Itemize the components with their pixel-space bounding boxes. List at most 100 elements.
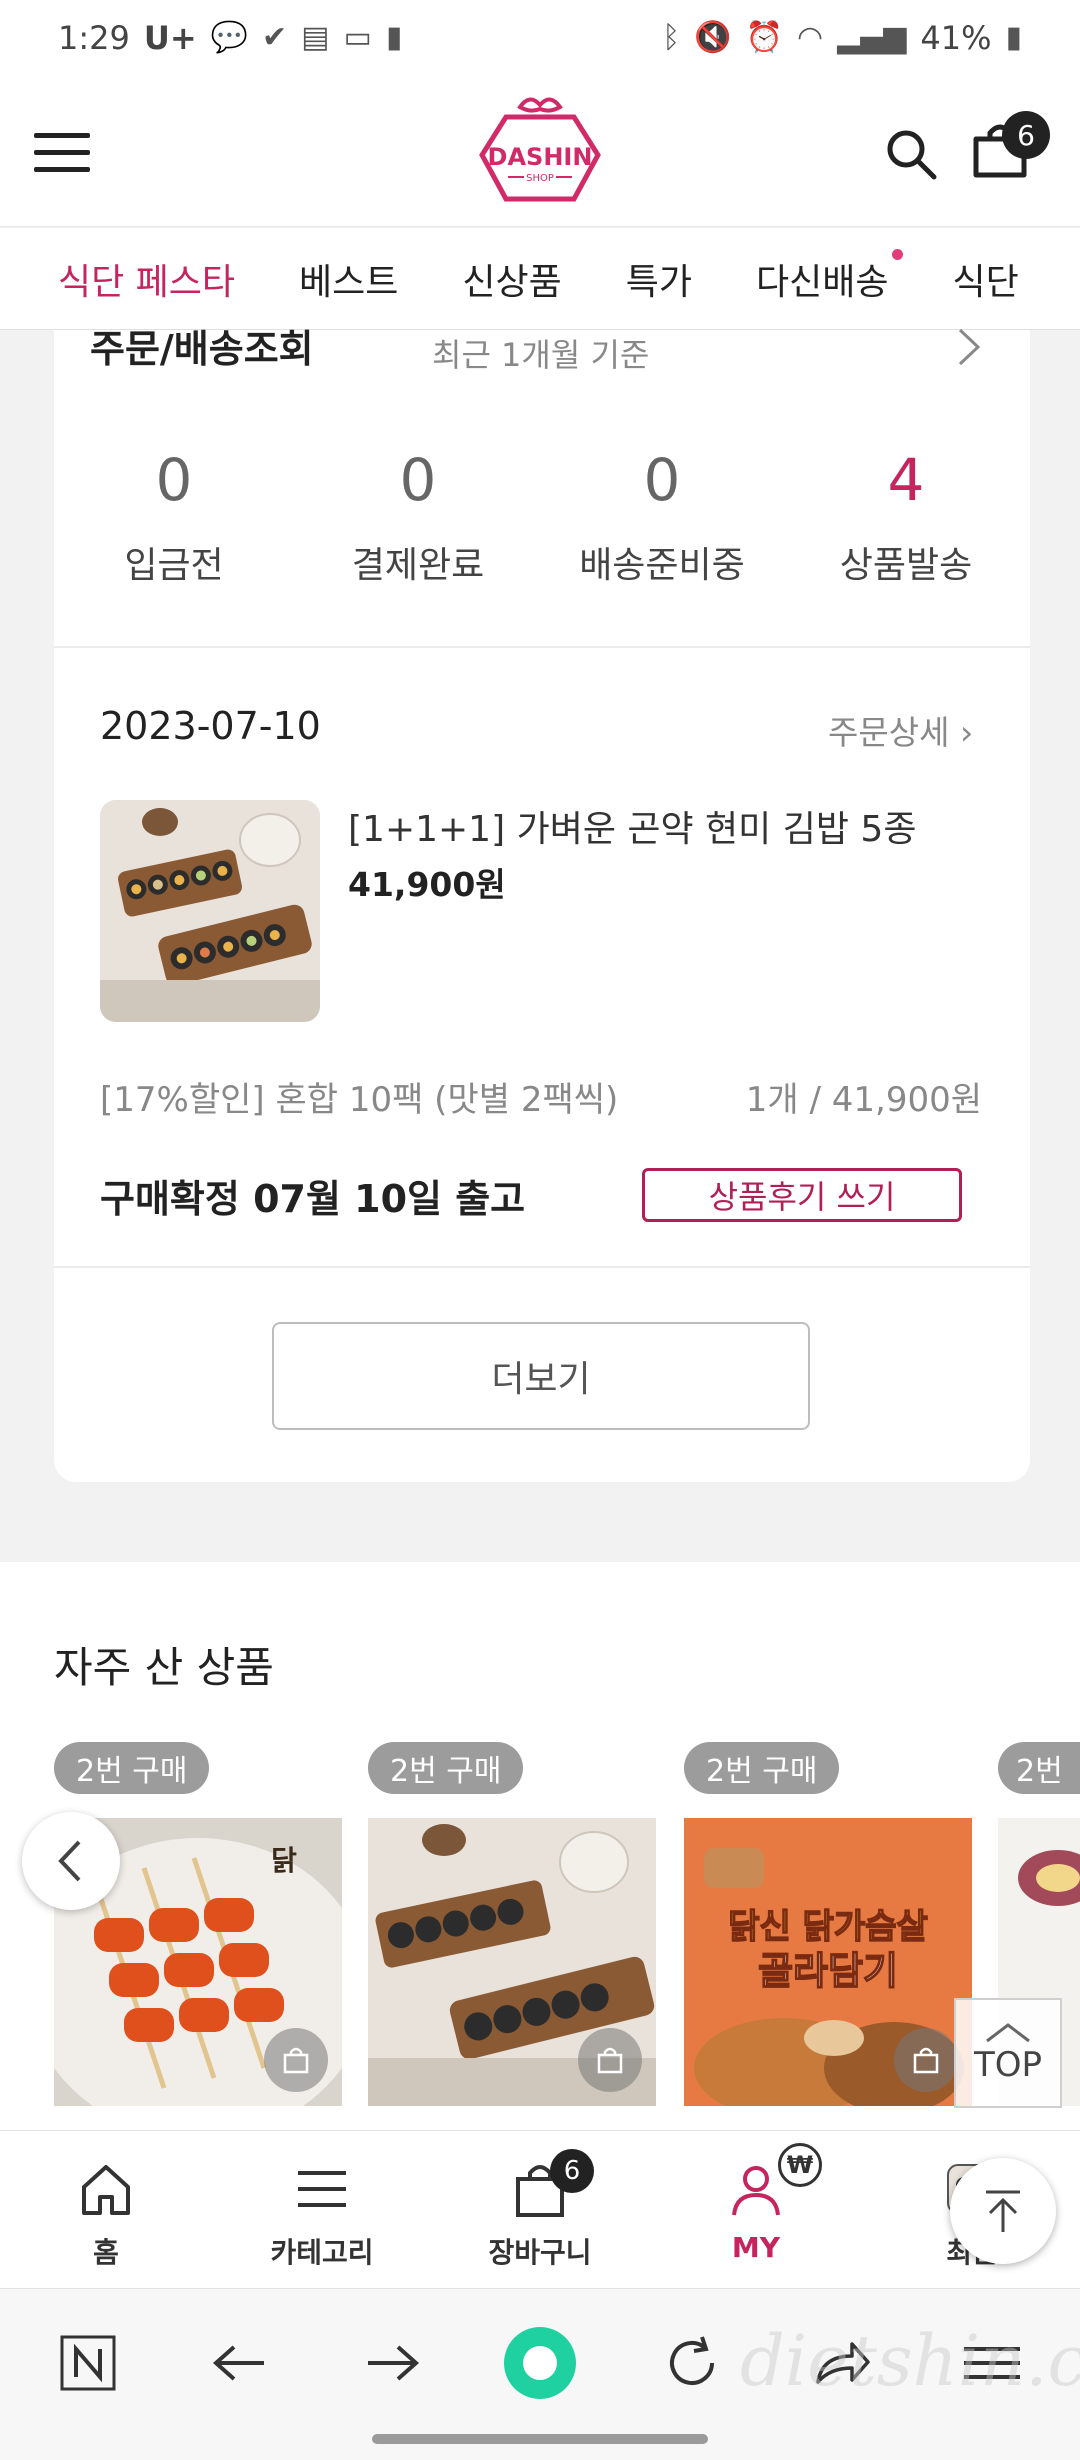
alarm-icon: ⏰ (745, 20, 783, 55)
mute-icon: 🔇 (694, 20, 732, 55)
add-to-cart-button[interactable] (894, 2028, 958, 2092)
purchase-confirm-text: 구매확정 07월 10일 출고 (100, 1177, 526, 1221)
battery-plus-icon: ▮ (385, 20, 403, 55)
logo-text: DASHIN (488, 143, 593, 171)
shopping-bag-icon (597, 2047, 623, 2074)
stat-value: 0 (399, 446, 437, 514)
chevron-right-icon[interactable] (948, 322, 988, 372)
product-price: 41,900원 (348, 865, 506, 904)
back-button[interactable] (200, 2323, 280, 2403)
refresh-button[interactable] (652, 2323, 732, 2403)
nav-home[interactable]: 홈 (16, 2131, 196, 2289)
tab-diet-festa[interactable]: 식단 페스타 (58, 253, 235, 305)
battery-percent: 41% (920, 18, 992, 57)
talk-icon: 💬 (210, 20, 249, 55)
tab-best[interactable]: 베스트 (299, 253, 398, 305)
carousel-prev-button[interactable] (22, 1812, 120, 1910)
add-to-cart-button[interactable] (578, 2028, 642, 2092)
stat-preparing[interactable]: 0 배송준비중 (542, 446, 782, 588)
svg-text:닭: 닭 (271, 1844, 297, 1877)
shopping-bag-icon (283, 2047, 309, 2074)
nav-cart-badge: 6 (550, 2149, 594, 2193)
check-icon: ✔ (262, 20, 288, 55)
stat-label: 상품발송 (839, 545, 973, 586)
search-icon (887, 130, 937, 180)
product-image-kimbap[interactable] (368, 1818, 656, 2106)
battery-icon: ▮ (1005, 20, 1022, 55)
status-bar: 1:29 U+ 💬 ✔ ▤ ▭ ▮ ᛒ 🔇 ⏰ ◠ ▂▄▆ 41% ▮ (0, 0, 1080, 75)
note-icon: ▤ (301, 20, 330, 55)
search-button[interactable] (884, 127, 938, 181)
order-detail-link[interactable]: 주문상세 › (828, 706, 973, 754)
app-header: DASHIN SHOP 6 (0, 75, 1080, 227)
stat-label: 입금전 (124, 545, 224, 586)
chevron-left-icon (58, 1840, 81, 1882)
add-to-cart-button[interactable] (264, 2028, 328, 2092)
top-label: TOP (973, 2045, 1043, 2085)
chevron-up-icon (986, 2023, 1030, 2043)
promo-line-1: 닭신 닭가슴살 (728, 1907, 928, 1947)
stat-paid[interactable]: 0 결제완료 (298, 446, 538, 588)
monitor-icon: ▭ (343, 20, 372, 55)
divider (54, 1266, 1030, 1268)
stat-value: 4 (887, 446, 925, 514)
tab-dashin-delivery[interactable]: 다신배송 (756, 248, 903, 305)
points-badge: ₩ (778, 2143, 822, 2187)
write-review-button[interactable]: 상품후기 쓰기 (642, 1168, 962, 1222)
divider (54, 646, 1030, 648)
green-dot-button[interactable] (500, 2323, 580, 2403)
order-status-title[interactable]: 주문/배송조회 (90, 318, 314, 373)
naver-home-button[interactable] (48, 2323, 128, 2403)
tab-new[interactable]: 신상품 (462, 253, 561, 305)
signal-icon: ▂▄▆ (837, 20, 907, 55)
nav-label: MY (731, 2231, 781, 2264)
purchase-count-badge: 2번 (998, 1742, 1080, 1794)
nav-label: 홈 (93, 2236, 119, 2269)
product-name[interactable]: [1+1+1] 가벼운 곤약 현미 김밥 5종 (348, 800, 916, 852)
promo-line-2: 골라담기 (758, 1949, 898, 1993)
arrow-right-icon (368, 2345, 420, 2381)
bottom-navigation: 홈 카테고리 6 장바구니 ₩ MY 최근 (0, 2130, 1080, 2288)
purchase-count-badge: 2번 구매 (368, 1742, 524, 1794)
scroll-top-button[interactable]: TOP (954, 1998, 1062, 2108)
cart-count-badge: 6 (1002, 111, 1050, 159)
frequent-products-title: 자주 산 상품 (54, 1643, 274, 1692)
order-date: 2023-07-10 (100, 704, 321, 748)
shopping-bag-icon (913, 2047, 939, 2074)
menu-button[interactable] (34, 133, 90, 173)
product-quantity-price: 1개 / 41,900원 (745, 1080, 982, 1120)
logo-sub: SHOP (526, 173, 554, 184)
stat-before-deposit[interactable]: 0 입금전 (54, 446, 294, 588)
product-image-kimbap[interactable] (100, 800, 320, 1022)
tab-dashin-delivery-label: 다신배송 (756, 261, 889, 303)
arrow-up-icon (986, 2190, 1020, 2232)
dashin-logo[interactable]: DASHIN SHOP (476, 93, 604, 211)
watermark: dietshin.com (740, 2320, 1080, 2402)
product-image-chicken-promo[interactable]: 닭신 닭가슴살 골라담기 (684, 1818, 972, 2106)
load-more-button[interactable]: 더보기 (272, 1322, 810, 1430)
order-detail-label: 주문상세 (828, 713, 950, 752)
stat-label: 결제완료 (351, 545, 485, 586)
forward-button[interactable] (352, 2323, 432, 2403)
nav-my[interactable]: ₩ MY (666, 2131, 846, 2289)
arrow-left-icon (212, 2345, 264, 2381)
stat-label: 배송준비중 (579, 545, 745, 586)
menu-bar-icon (34, 133, 90, 138)
nav-label: 장바구니 (488, 2236, 592, 2269)
naver-n-icon (60, 2335, 116, 2391)
nav-category[interactable]: 카테고리 (232, 2131, 412, 2289)
home-icon (82, 2165, 130, 2215)
tab-diet[interactable]: 식단 (953, 253, 1019, 305)
menu-icon (298, 2171, 346, 2207)
green-circle-icon (504, 2327, 576, 2399)
home-indicator[interactable] (372, 2434, 708, 2444)
refresh-icon (670, 2336, 714, 2385)
product-option: [17%할인] 혼합 10팩 (맛별 2팩씩) (100, 1080, 619, 1120)
tab-special[interactable]: 특가 (626, 253, 692, 305)
nav-cart[interactable]: 6 장바구니 (450, 2131, 630, 2289)
menu-bar-icon (34, 150, 90, 155)
nav-label: 카테고리 (270, 2236, 374, 2269)
stat-shipped[interactable]: 4 상품발송 (786, 446, 1026, 588)
category-tabs: 식단 페스타 베스트 신상품 특가 다신배송 식단 (0, 228, 1080, 330)
scroll-to-top-button[interactable] (950, 2158, 1056, 2264)
